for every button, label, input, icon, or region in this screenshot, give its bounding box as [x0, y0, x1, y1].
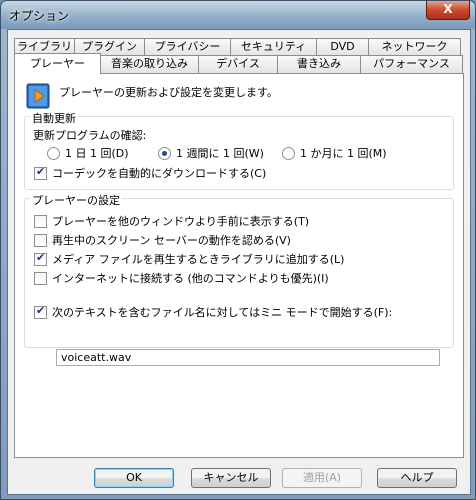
allow-screensaver-label: 再生中のスクリーン セーバーの動作を認める(V)	[52, 234, 291, 247]
radio-monthly-circle[interactable]	[282, 146, 295, 160]
tab-privacy[interactable]: プライバシー	[144, 38, 231, 56]
radio-monthly[interactable]: 1 か月に 1 回(M)	[282, 145, 387, 161]
media-player-icon	[26, 83, 50, 109]
intro-text: プレーヤーの更新および設定を変更します。	[59, 86, 278, 99]
always-on-top-box[interactable]	[34, 214, 47, 228]
title-bar[interactable]: オプション X	[1, 1, 475, 29]
tab-security[interactable]: セキュリティ	[230, 38, 317, 56]
radio-weekly-label: 1 週間に 1 回(W)	[176, 147, 264, 160]
always-on-top-label: プレーヤーを他のウィンドウより手前に表示する(T)	[52, 215, 310, 228]
add-to-library-checkbox[interactable]: メディア ファイルを再生するときライブラリに追加する(L)	[34, 251, 344, 267]
tab-player[interactable]: プレーヤー	[14, 53, 101, 74]
tab-row-front: プレーヤー 音楽の取り込み デバイス 書き込み パフォーマンス	[14, 53, 463, 74]
mini-mode-label: 次のテキストを含むファイル名に対してはミニ モードで開始する(F):	[52, 306, 393, 319]
tab-dvd[interactable]: DVD	[316, 38, 369, 56]
dialog-button-bar: OK キャンセル 適用(A) ヘルプ	[8, 458, 470, 494]
codec-download-label: コーデックを自動的にダウンロードする(C)	[52, 167, 267, 180]
radio-weekly[interactable]: 1 週間に 1 回(W)	[158, 145, 264, 161]
close-icon: X	[443, 2, 453, 16]
help-button[interactable]: ヘルプ	[377, 468, 457, 488]
tab-performance[interactable]: パフォーマンス	[360, 55, 463, 73]
update-check-label: 更新プログラムの確認:	[33, 129, 147, 142]
player-settings-group: プレーヤーの設定 プレーヤーを他のウィンドウより手前に表示する(T) 再生中のス…	[24, 192, 454, 348]
mini-mode-checkbox[interactable]: 次のテキストを含むファイル名に対してはミニ モードで開始する(F):	[34, 304, 392, 320]
always-on-top-checkbox[interactable]: プレーヤーを他のウィンドウより手前に表示する(T)	[34, 213, 309, 229]
player-tab-panel: プレーヤーの更新および設定を変更します。 自動更新 更新プログラムの確認: 1 …	[14, 73, 464, 458]
auto-update-group-label: 自動更新	[30, 110, 78, 126]
tab-rip-music[interactable]: 音楽の取り込み	[100, 55, 199, 73]
close-button[interactable]: X	[426, 1, 470, 20]
cancel-button[interactable]: キャンセル	[191, 468, 271, 488]
dialog-client: ライブラリ プラグイン プライバシー セキュリティ DVD ネットワーク プレー…	[7, 29, 471, 495]
connect-internet-checkbox[interactable]: インターネットに接続する (他のコマンドよりも優先)(I)	[34, 270, 329, 286]
radio-weekly-circle[interactable]	[158, 146, 171, 160]
mini-mode-filename-input[interactable]: voiceatt.wav	[56, 349, 440, 366]
radio-daily[interactable]: 1 日 1 回(D)	[47, 145, 129, 161]
radio-daily-circle[interactable]	[47, 146, 60, 160]
connect-internet-label: インターネットに接続する (他のコマンドよりも優先)(I)	[52, 272, 329, 285]
codec-download-checkbox[interactable]: コーデックを自動的にダウンロードする(C)	[34, 165, 266, 181]
radio-daily-label: 1 日 1 回(D)	[65, 147, 129, 160]
auto-update-group: 自動更新 更新プログラムの確認: 1 日 1 回(D) 1 週間に 1 回(W)…	[24, 110, 454, 190]
tab-devices[interactable]: デバイス	[198, 55, 278, 73]
ok-button[interactable]: OK	[94, 468, 174, 488]
window-title: オプション	[9, 9, 70, 23]
mini-mode-box[interactable]	[34, 304, 47, 319]
add-to-library-box[interactable]	[34, 251, 47, 266]
apply-button[interactable]: 適用(A)	[282, 468, 362, 488]
radio-monthly-label: 1 か月に 1 回(M)	[300, 147, 387, 160]
tab-network[interactable]: ネットワーク	[368, 38, 461, 56]
connect-internet-box[interactable]	[34, 271, 47, 285]
codec-download-box[interactable]	[34, 165, 47, 180]
allow-screensaver-checkbox[interactable]: 再生中のスクリーン セーバーの動作を認める(V)	[34, 232, 291, 248]
tab-burn[interactable]: 書き込み	[277, 55, 361, 73]
allow-screensaver-box[interactable]	[34, 233, 47, 247]
player-settings-group-label: プレーヤーの設定	[30, 192, 122, 208]
options-window: オプション X ライブラリ プラグイン プライバシー セキュリティ DVD ネッ…	[0, 0, 476, 500]
add-to-library-label: メディア ファイルを再生するときライブラリに追加する(L)	[52, 253, 345, 266]
